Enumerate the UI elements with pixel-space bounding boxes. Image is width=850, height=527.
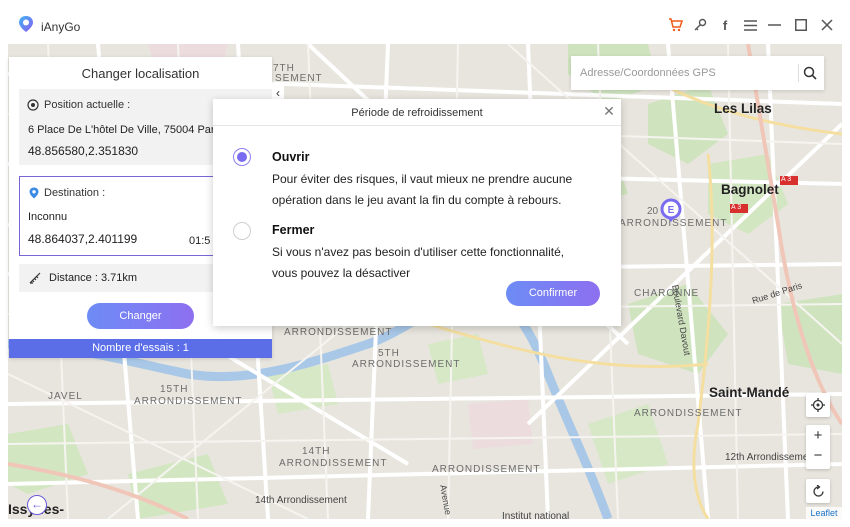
app-window: iAnyGo f 7TH SEMENT Les Lilas Bagnolet A… bbox=[0, 0, 850, 527]
zoom-in-icon[interactable]: + bbox=[814, 425, 823, 447]
maximize-icon[interactable] bbox=[793, 17, 809, 33]
option-ouvrir-title: Ouvrir bbox=[272, 150, 310, 164]
current-position-label: Position actuelle : bbox=[44, 99, 131, 111]
map-label: ARRONDISSEMENT bbox=[634, 408, 743, 419]
dialog-title: Période de refroidissement bbox=[351, 107, 483, 119]
destination-name: Inconnu bbox=[28, 211, 68, 223]
target-icon bbox=[27, 99, 39, 111]
tries-counter: Nombre d'essais : 1 bbox=[9, 339, 272, 358]
radio-fermer[interactable] bbox=[233, 222, 251, 240]
map-label: Saint-Mandé bbox=[709, 385, 790, 400]
locate-button[interactable] bbox=[806, 393, 830, 417]
map-label: ARRONDISSEMENT bbox=[432, 464, 541, 475]
destination-marker-icon[interactable]: E bbox=[660, 198, 682, 222]
map-label: Bagnolet bbox=[721, 182, 779, 197]
minimize-icon[interactable] bbox=[766, 17, 782, 33]
key-icon[interactable] bbox=[692, 17, 708, 33]
app-title: iAnyGo bbox=[41, 20, 81, 34]
facebook-icon[interactable]: f bbox=[717, 17, 733, 33]
leaflet-attribution[interactable]: Leaflet bbox=[806, 507, 842, 519]
search-divider bbox=[798, 64, 799, 82]
change-button[interactable]: Changer bbox=[87, 303, 194, 329]
map-label: ARRONDISSEMENT bbox=[284, 327, 393, 338]
map-label: 12th Arrondissement bbox=[725, 452, 817, 463]
destination-label: Destination : bbox=[44, 187, 106, 199]
zoom-control: + − bbox=[806, 425, 830, 469]
app-logo-icon bbox=[19, 16, 33, 32]
map-label: 15TH bbox=[160, 384, 189, 395]
crosshair-icon bbox=[811, 398, 825, 412]
ruler-icon bbox=[29, 272, 41, 284]
zoom-out-icon[interactable]: − bbox=[814, 447, 823, 469]
map-label: CHARONNE bbox=[634, 288, 700, 299]
option-ouvrir-desc: Pour éviter des risques, il vaut mieux n… bbox=[272, 169, 612, 211]
map-label: 20 bbox=[647, 206, 659, 217]
option-fermer-line1: Si vous n'avez pas besoin d'utiliser cet… bbox=[272, 245, 565, 259]
map-label: ARRONDISSEMENT bbox=[134, 396, 243, 407]
search-bar bbox=[571, 56, 824, 90]
cooldown-dialog: Période de refroidissement ✕ Ouvrir Pour… bbox=[213, 99, 621, 326]
radio-ouvrir[interactable] bbox=[233, 148, 251, 166]
map-label: A 3 bbox=[781, 176, 792, 183]
confirm-button[interactable]: Confirmer bbox=[506, 281, 600, 306]
map-label: JAVEL bbox=[48, 391, 83, 402]
marker-letter: E bbox=[668, 205, 675, 216]
refresh-icon bbox=[812, 484, 824, 497]
search-icon[interactable] bbox=[803, 66, 817, 80]
distance-value: Distance : 3.71km bbox=[49, 272, 138, 284]
map-label: Institut national bbox=[502, 511, 570, 519]
map-label: 14th Arrondissement bbox=[255, 495, 347, 506]
current-coords: 48.856580,2.351830 bbox=[28, 144, 139, 158]
option-ouvrir-line2: opération dans le jeu avant la fin du co… bbox=[272, 193, 562, 207]
search-input[interactable] bbox=[580, 65, 790, 81]
map-label: Les Lilas bbox=[714, 101, 772, 116]
back-arrow-icon[interactable]: ← bbox=[27, 495, 47, 515]
map-label: 14TH bbox=[302, 446, 331, 457]
close-icon[interactable] bbox=[819, 17, 835, 33]
location-pin-icon bbox=[29, 187, 39, 199]
option-fermer-title: Fermer bbox=[272, 223, 315, 237]
destination-time: 01:5 bbox=[189, 235, 211, 247]
map-label: 5TH bbox=[378, 348, 400, 359]
panel-title: Changer localisation bbox=[81, 66, 200, 81]
title-bar: iAnyGo f bbox=[0, 0, 850, 44]
map-label: A 3 bbox=[731, 204, 742, 211]
map-label: ARRONDISSEMENT bbox=[279, 458, 388, 469]
option-ouvrir-line1: Pour éviter des risques, il vaut mieux n… bbox=[272, 172, 573, 186]
dialog-header: Période de refroidissement ✕ bbox=[213, 99, 621, 126]
option-fermer-desc: Si vous n'avez pas besoin d'utiliser cet… bbox=[272, 242, 612, 284]
destination-coords: 48.864037,2.401199 bbox=[28, 232, 138, 246]
close-icon[interactable]: ✕ bbox=[602, 104, 616, 118]
map-label: ARRONDISSEMENT bbox=[352, 359, 461, 370]
reset-button[interactable] bbox=[806, 479, 830, 503]
menu-icon[interactable] bbox=[742, 17, 758, 33]
cart-icon[interactable] bbox=[667, 17, 683, 33]
